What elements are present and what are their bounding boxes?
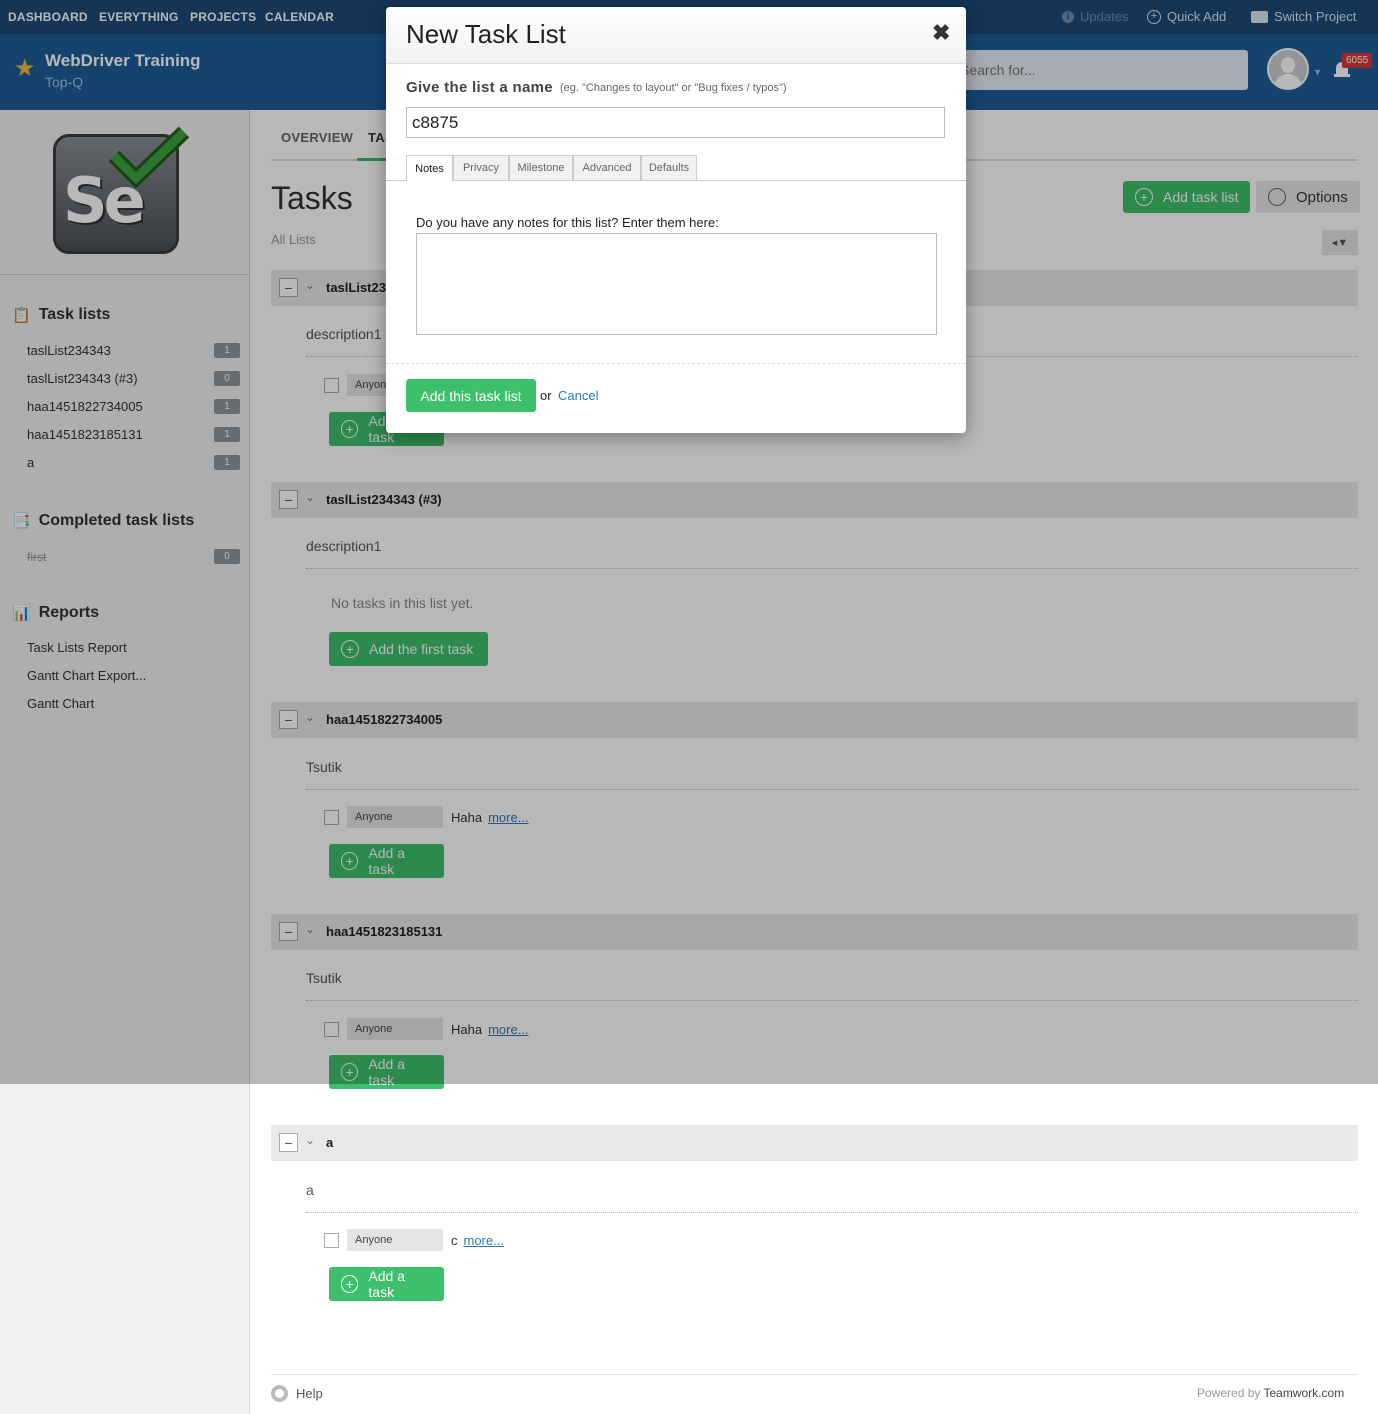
tab-milestone[interactable]: Milestone [509, 155, 573, 181]
tab-privacy[interactable]: Privacy [453, 155, 509, 181]
notes-label: Do you have any notes for this list? Ent… [416, 215, 719, 230]
tab-defaults[interactable]: Defaults [641, 155, 697, 181]
footer-divider [271, 1374, 1358, 1375]
help-label: Help [296, 1386, 323, 1401]
plus-circle-icon: + [341, 1275, 359, 1293]
task-name[interactable]: c [451, 1233, 458, 1248]
help-link[interactable]: Help [271, 1385, 323, 1402]
list-name-label: Give the list a name [406, 79, 553, 96]
tab-advanced[interactable]: Advanced [573, 155, 641, 181]
powered-by-label: Powered by [1197, 1386, 1261, 1400]
new-task-list-dialog: New Task List ✖ Give the list a name (eg… [386, 7, 966, 433]
tasklist-description: a [306, 1182, 1358, 1213]
task-assignee[interactable]: Anyone [347, 1229, 443, 1251]
task-row: Anyone c more... [324, 1229, 504, 1251]
dialog-header: New Task List ✖ [386, 7, 966, 64]
notes-textarea[interactable] [416, 233, 937, 335]
tasklist-name[interactable]: a [326, 1135, 333, 1150]
list-name-hint: (eg. "Changes to layout" or "Bug fixes /… [560, 82, 787, 94]
tasklist-header[interactable]: − ⌄ a [271, 1125, 1358, 1161]
list-name-input[interactable] [406, 107, 945, 138]
task-more-link[interactable]: more... [464, 1233, 504, 1248]
add-task-button[interactable]: + Add a task [329, 1267, 444, 1301]
dialog-title: New Task List [406, 19, 566, 49]
cancel-link[interactable]: Cancel [558, 388, 598, 403]
tab-notes[interactable]: Notes [406, 155, 453, 182]
collapse-icon[interactable]: − [279, 1133, 298, 1152]
add-task-label: Add a task [368, 1268, 405, 1300]
task-checkbox[interactable] [324, 1232, 339, 1248]
close-icon[interactable]: ✖ [932, 20, 950, 46]
or-text: or [540, 388, 552, 403]
powered-by: Powered by Teamwork.com [1197, 1386, 1344, 1400]
add-this-task-list-button[interactable]: Add this task list [406, 379, 536, 412]
dialog-divider [386, 363, 966, 364]
chevron-down-icon[interactable]: ⌄ [305, 1133, 315, 1147]
lifebuoy-icon [271, 1385, 288, 1402]
brand-link[interactable]: Teamwork.com [1264, 1386, 1345, 1400]
dialog-tabs: Notes Privacy Milestone Advanced Default… [386, 155, 966, 182]
